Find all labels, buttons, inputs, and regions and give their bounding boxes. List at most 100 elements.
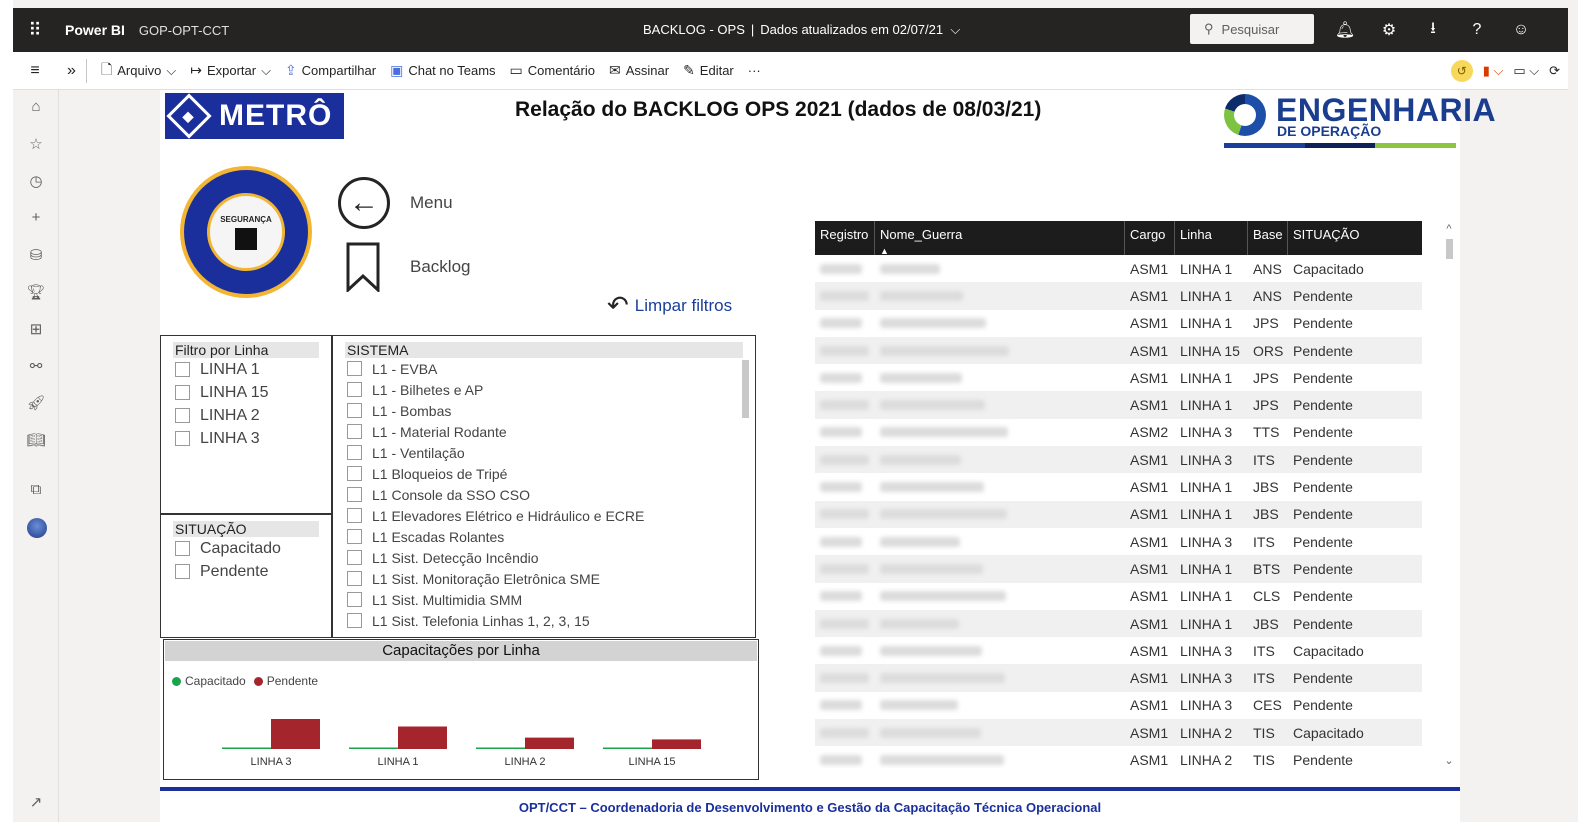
slicer-option[interactable]: L1 Console da SSO CSO <box>333 484 755 505</box>
checkbox[interactable] <box>347 508 362 523</box>
brand-name[interactable]: Power BI <box>65 22 125 38</box>
bar-capacitado-linha-1[interactable] <box>349 747 398 750</box>
hamburger-icon[interactable]: ≡ <box>13 62 57 80</box>
scroll-up-icon[interactable]: ^ <box>1442 223 1456 235</box>
workspace-name[interactable]: GOP-OPT-CCT <box>139 23 229 38</box>
slicer-option[interactable]: LINHA 2 <box>161 404 331 427</box>
workspaces-icon[interactable]: ⧉ <box>13 481 59 498</box>
expand-icon[interactable]: » <box>57 58 87 83</box>
report-title-dropdown[interactable]: BACKLOG - OPS | Dados atualizados em 02/07… <box>643 22 960 38</box>
bell-icon[interactable]: 🔔︎ <box>1323 20 1367 40</box>
table-row[interactable]: ASM1 LINHA 1 ANS Capacitado <box>815 255 1422 282</box>
table-row[interactable]: ASM1 LINHA 1 BTS Pendente <box>815 555 1422 583</box>
bar-pendente-linha-3[interactable] <box>271 719 320 749</box>
app-launcher-icon[interactable]: ⠿ <box>13 8 57 52</box>
slicer-option[interactable]: L1 - Bombas <box>333 400 755 421</box>
checkbox[interactable] <box>347 424 362 439</box>
bar-capacitado-linha-2[interactable] <box>476 747 525 750</box>
deployment-icon[interactable]: 🚀︎ <box>13 394 59 412</box>
slicer-option[interactable]: L1 - Bilhetes e AP <box>333 379 755 400</box>
checkbox[interactable] <box>175 541 190 556</box>
checkbox[interactable] <box>347 487 362 502</box>
help-icon[interactable]: ? <box>1455 21 1499 39</box>
datasets-icon[interactable]: ⛁ <box>13 246 59 264</box>
table-row[interactable]: ASM1 LINHA 3 ITS Pendente <box>815 446 1422 474</box>
menu-button[interactable]: ← Menu <box>338 177 453 229</box>
table-row[interactable]: ASM1 LINHA 2 TIS Pendente <box>815 746 1422 773</box>
slicer-option[interactable]: L1 Sist. Detecção Incêndio <box>333 547 755 568</box>
table-row[interactable]: ASM1 LINHA 1 JBS Pendente <box>815 473 1422 500</box>
view-icon[interactable]: ▭ ⌵ <box>1513 63 1539 79</box>
slicer-option[interactable]: L1 - Material Rodante <box>333 421 755 442</box>
checkbox[interactable] <box>175 408 190 423</box>
slicer-option[interactable]: Capacitado <box>161 537 331 560</box>
compartilhar-button[interactable]: ⇪ Compartilhar <box>285 62 376 79</box>
slicer-option[interactable]: L1 Sist. Multimidia SMM <box>333 589 755 610</box>
slicer-option[interactable]: L1 - EVBA <box>333 358 755 379</box>
bookmark-icon[interactable]: ▮ ⌵ <box>1483 63 1504 79</box>
checkbox[interactable] <box>347 592 362 607</box>
table-row[interactable]: ASM1 LINHA 1 CLS Pendente <box>815 583 1422 610</box>
chat-teams-button[interactable]: ▣ Chat no Teams <box>390 62 495 79</box>
table-scrollbar[interactable]: ^ ⌄ <box>1442 223 1456 767</box>
table-row[interactable]: ASM1 LINHA 15 ORS Pendente <box>815 336 1422 365</box>
col-linha[interactable]: Linha <box>1175 221 1248 255</box>
editar-button[interactable]: ✎ Editar <box>683 62 734 79</box>
checkbox[interactable] <box>347 571 362 586</box>
workspace-avatar[interactable] <box>27 518 47 538</box>
checkbox[interactable] <box>175 564 190 579</box>
checkbox[interactable] <box>175 362 190 377</box>
slicer-scrollbar[interactable] <box>742 360 749 418</box>
checkbox[interactable] <box>347 361 362 376</box>
recent-icon[interactable]: ◷ <box>13 172 59 190</box>
search-box[interactable]: ⚲ Pesquisar <box>1190 14 1314 44</box>
gear-icon[interactable]: ⚙ <box>1367 20 1411 40</box>
table-row[interactable]: ASM1 LINHA 1 JBS Pendente <box>815 609 1422 638</box>
create-icon[interactable]: + <box>13 209 59 226</box>
favorites-icon[interactable]: ☆ <box>13 135 59 153</box>
col-nome-guerra[interactable]: Nome_Guerra ▲ <box>875 221 1125 256</box>
refresh-icon[interactable]: ⟳ <box>1549 63 1560 79</box>
slicer-option[interactable]: L1 Bloqueios de Tripé <box>333 463 755 484</box>
download-icon[interactable]: ⭳ <box>1411 17 1455 44</box>
slicer-option[interactable]: L1 Sist. Telefonia Linhas 1, 2, 3, 15 <box>333 610 755 631</box>
checkbox[interactable] <box>347 403 362 418</box>
table-row[interactable]: ASM1 LINHA 1 JPS Pendente <box>815 364 1422 391</box>
table-row[interactable]: ASM1 LINHA 1 JPS Pendente <box>815 391 1422 419</box>
arquivo-menu[interactable]: 🗋 Arquivo ⌵ <box>101 59 176 83</box>
home-icon[interactable]: ⌂ <box>13 98 59 115</box>
checkbox[interactable] <box>347 550 362 565</box>
checkbox[interactable] <box>175 385 190 400</box>
slicer-option[interactable]: LINHA 3 <box>161 427 331 450</box>
table-row[interactable]: ASM1 LINHA 3 ITS Capacitado <box>815 637 1422 664</box>
slicer-option[interactable]: L1 Elevadores Elétrico e Hidráulico e EC… <box>333 505 755 526</box>
table-row[interactable]: ASM1 LINHA 3 CES Pendente <box>815 692 1422 719</box>
table-row[interactable]: ASM1 LINHA 3 ITS Pendente <box>815 528 1422 555</box>
checkbox[interactable] <box>347 613 362 628</box>
col-situacao[interactable]: SITUAÇÃO <box>1288 221 1422 255</box>
checkbox[interactable] <box>175 431 190 446</box>
assinar-button[interactable]: ✉ Assinar <box>609 62 669 79</box>
slicer-option[interactable]: L1 - Ventilação <box>333 442 755 463</box>
checkbox[interactable] <box>347 445 362 460</box>
checkbox[interactable] <box>347 529 362 544</box>
comentario-button[interactable]: ▭ Comentário <box>510 62 595 79</box>
clear-filters-button[interactable]: ↶ Limpar filtros <box>607 290 732 321</box>
slicer-option[interactable]: Pendente <box>161 560 331 583</box>
reset-icon[interactable]: ↺ <box>1450 60 1473 82</box>
slicer-option[interactable]: LINHA 15 <box>161 381 331 404</box>
table-row[interactable]: ASM2 LINHA 3 TTS Pendente <box>815 419 1422 446</box>
slicer-option[interactable]: LINHA 1 <box>161 358 331 381</box>
checkbox[interactable] <box>347 466 362 481</box>
bar-capacitado-linha-3[interactable] <box>222 747 271 750</box>
shared-icon[interactable]: ⚯ <box>13 357 59 375</box>
apps-icon[interactable]: ⊞ <box>13 320 59 338</box>
table-row[interactable]: ASM1 LINHA 1 JPS Pendente <box>815 310 1422 337</box>
bar-pendente-linha-1[interactable] <box>398 726 447 750</box>
table-row[interactable]: ASM1 LINHA 1 ANS Pendente <box>815 282 1422 310</box>
col-registro[interactable]: Registro <box>815 221 875 255</box>
table-row[interactable]: ASM1 LINHA 1 JBS Pendente <box>815 500 1422 528</box>
table-row[interactable]: ASM1 LINHA 2 TIS Capacitado <box>815 719 1422 747</box>
bar-pendente-linha-15[interactable] <box>652 739 701 749</box>
bar-pendente-linha-2[interactable] <box>525 737 574 749</box>
